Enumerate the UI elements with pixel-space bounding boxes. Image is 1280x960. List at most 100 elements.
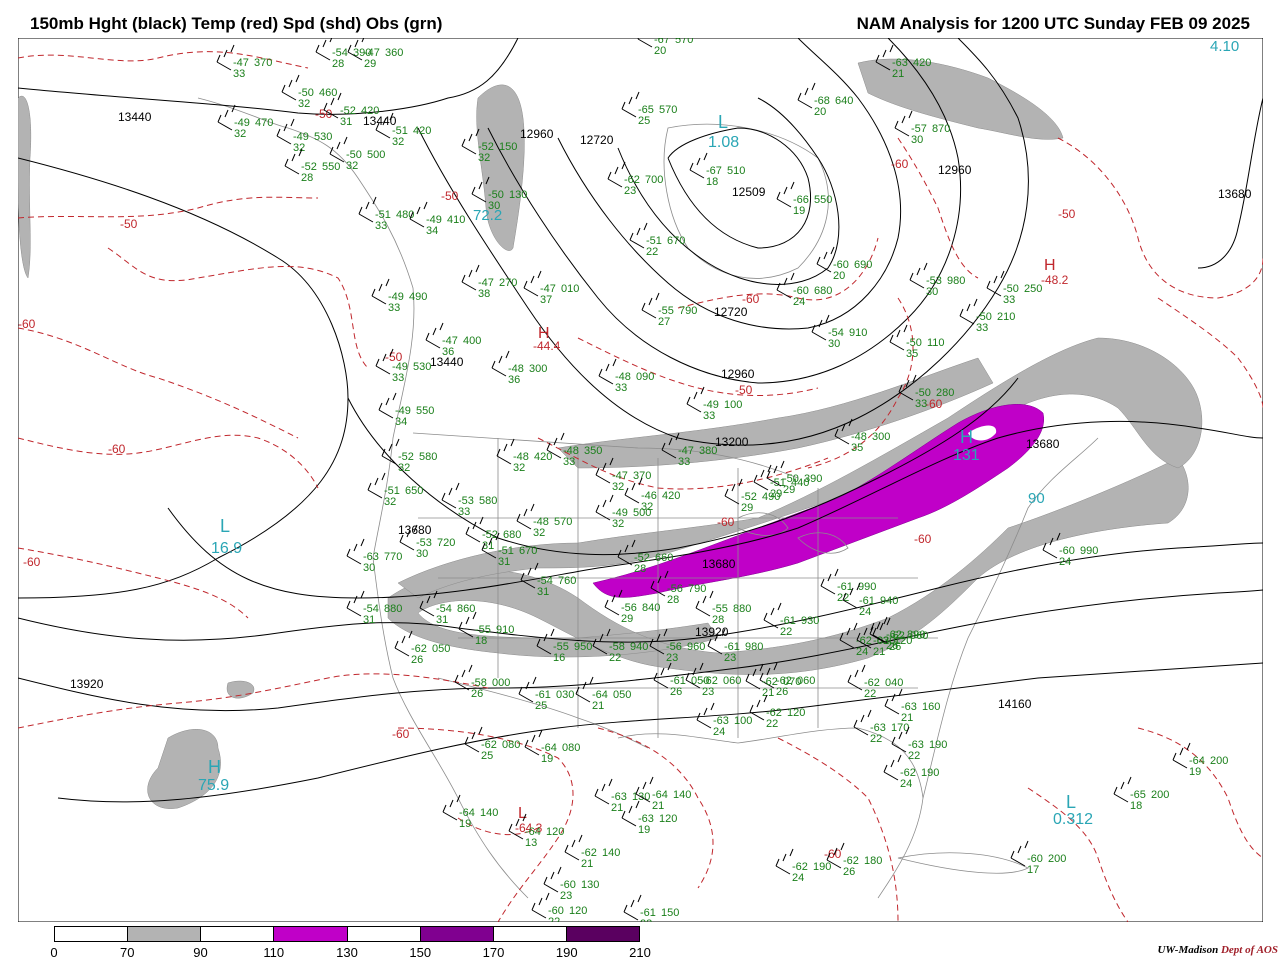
temp-label: -60 bbox=[914, 532, 932, 546]
speed-min-value: 0.312 bbox=[1053, 811, 1093, 828]
station-height: 400 bbox=[463, 335, 481, 347]
height-label: 13440 bbox=[118, 110, 152, 124]
station-dewpoint: 24 bbox=[856, 646, 868, 658]
station-dewpoint: 34 bbox=[395, 416, 407, 428]
scale-segment bbox=[128, 927, 202, 941]
speed-max-letter: H bbox=[208, 757, 221, 777]
height-label: 12960 bbox=[938, 163, 972, 177]
station-height: 580 bbox=[479, 495, 497, 507]
scale-tick-label: 110 bbox=[263, 945, 285, 960]
station-height: 720 bbox=[437, 537, 455, 549]
station-height: 000 bbox=[492, 677, 510, 689]
station-dewpoint: 32 bbox=[612, 518, 624, 530]
station-dewpoint: 18 bbox=[706, 176, 718, 188]
station-height: 650 bbox=[405, 485, 423, 497]
station-height: 410 bbox=[447, 214, 465, 226]
station-dewpoint: 20 bbox=[814, 106, 826, 118]
station-dewpoint: 32 bbox=[478, 152, 490, 164]
scale-segment bbox=[493, 927, 567, 941]
station-height: 690 bbox=[854, 259, 872, 271]
station-dewpoint: 33 bbox=[976, 322, 988, 334]
station-height: 860 bbox=[457, 603, 475, 615]
station-dewpoint: 20 bbox=[654, 45, 666, 57]
station-dewpoint: 32 bbox=[513, 462, 525, 474]
temp-label: -50 bbox=[735, 383, 753, 397]
station-height: 130 bbox=[581, 879, 599, 891]
station-dewpoint: 38 bbox=[478, 288, 490, 300]
scale-tick-label: 170 bbox=[482, 945, 505, 960]
station-dewpoint: 32 bbox=[234, 128, 246, 140]
speed-max-letter: H bbox=[960, 427, 973, 447]
station-dewpoint: 30 bbox=[363, 562, 375, 574]
station-height: 940 bbox=[630, 641, 648, 653]
station-height: 930 bbox=[801, 615, 819, 627]
station-height: 760 bbox=[558, 575, 576, 587]
station-height: 110 bbox=[927, 337, 945, 349]
temp-max-value: -44.4 bbox=[533, 339, 561, 353]
station-dewpoint: 30 bbox=[926, 286, 938, 298]
station-dewpoint: 21 bbox=[762, 687, 774, 699]
station-dewpoint: 31 bbox=[537, 586, 549, 598]
temp-label: -50 bbox=[120, 217, 138, 231]
station-dewpoint: 19 bbox=[541, 753, 553, 765]
station-height: 470 bbox=[255, 117, 273, 129]
station-height: 500 bbox=[367, 149, 385, 161]
station-height: 790 bbox=[679, 305, 697, 317]
station-height: 940 bbox=[880, 595, 898, 607]
station-height: 040 bbox=[885, 677, 903, 689]
station-height: 250 bbox=[1024, 283, 1042, 295]
station-height: 670 bbox=[519, 545, 537, 557]
scale-tick-label: 70 bbox=[120, 945, 135, 960]
station-dewpoint: 30 bbox=[911, 134, 923, 146]
station-height: 990 bbox=[858, 581, 876, 593]
temp-label: -50 bbox=[441, 189, 459, 203]
station-dewpoint: 35 bbox=[906, 348, 918, 360]
station-dewpoint: 20 bbox=[833, 270, 845, 282]
station-dewpoint: 33 bbox=[375, 220, 387, 232]
station-dewpoint: 24 bbox=[792, 872, 804, 884]
station-height: 420 bbox=[913, 57, 931, 69]
scale-segment bbox=[55, 927, 129, 941]
station-dewpoint: 24 bbox=[713, 726, 725, 738]
height-label: 12960 bbox=[520, 127, 554, 141]
station-dewpoint: 23 bbox=[724, 652, 736, 664]
station-height: 150 bbox=[661, 907, 679, 919]
station-dewpoint: 33 bbox=[388, 302, 400, 314]
station-dewpoint: 21 bbox=[652, 800, 664, 812]
temp-label: -50 bbox=[1058, 207, 1076, 221]
height-label: 13200 bbox=[715, 435, 749, 449]
station-height: 420 bbox=[534, 451, 552, 463]
station-dewpoint: 16 bbox=[553, 652, 565, 664]
station-height: 100 bbox=[734, 715, 752, 727]
station-dewpoint: 32 bbox=[346, 160, 358, 172]
station-height: 880 bbox=[384, 603, 402, 615]
station-height: 570 bbox=[659, 104, 677, 116]
speed-min-value: 1.08 bbox=[708, 134, 739, 151]
station-height: 120 bbox=[659, 813, 677, 825]
station-dewpoint: 33 bbox=[458, 506, 470, 518]
station-dewpoint: 27 bbox=[658, 316, 670, 328]
station-dewpoint: 31 bbox=[340, 116, 352, 128]
station-height: 490 bbox=[409, 291, 427, 303]
station-dewpoint: 29 bbox=[364, 58, 376, 70]
station-dewpoint: 30 bbox=[488, 200, 500, 212]
station-height: 580 bbox=[419, 451, 437, 463]
station-dewpoint: 25 bbox=[535, 700, 547, 712]
station-height: 130 bbox=[509, 189, 527, 201]
station-dewpoint: 32 bbox=[398, 462, 410, 474]
station-height: 950 bbox=[574, 641, 592, 653]
station-height: 910 bbox=[496, 624, 514, 636]
station-dewpoint: 31 bbox=[498, 556, 510, 568]
station-dewpoint: 32 bbox=[533, 527, 545, 539]
speed-value-label: 4.10 bbox=[1210, 38, 1239, 55]
station-height: 700 bbox=[645, 174, 663, 186]
temp-max-letter: H bbox=[1044, 257, 1056, 274]
scale-segment bbox=[566, 927, 639, 941]
station-height: 120 bbox=[787, 707, 805, 719]
station-dewpoint: 30 bbox=[416, 548, 428, 560]
station-dewpoint: 28 bbox=[332, 58, 344, 70]
station-dewpoint: 18 bbox=[1130, 800, 1142, 812]
station-height: 640 bbox=[835, 95, 853, 107]
station-height: 770 bbox=[384, 551, 402, 563]
station-height: 120 bbox=[546, 826, 564, 838]
